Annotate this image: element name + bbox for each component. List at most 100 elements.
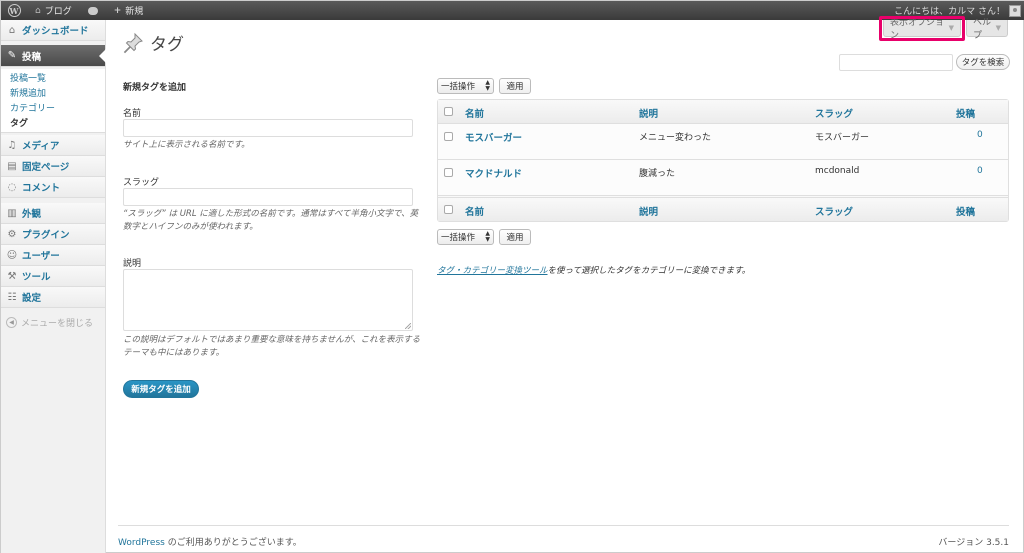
collapse-label: メニューを閉じる: [21, 319, 94, 329]
footer-thanks-text: のご利用ありがとうございます。: [164, 538, 302, 548]
column-slug-footer[interactable]: スラッグ: [815, 204, 853, 218]
home-icon: ⌂: [8, 24, 16, 36]
submenu-add-new[interactable]: 新規追加: [10, 87, 105, 102]
column-count-footer[interactable]: 投稿: [956, 204, 975, 218]
select-arrows-icon: ▲ ▼: [485, 230, 490, 243]
sidebar-item-comments[interactable]: ◌ コメント: [1, 177, 105, 198]
table-footer: 名前 説明 スラッグ 投稿: [438, 197, 1008, 221]
column-description[interactable]: 説明: [639, 106, 658, 120]
sidebar-item-label: 投稿: [22, 51, 42, 63]
submenu-all-posts[interactable]: 投稿一覧: [10, 72, 105, 87]
column-name[interactable]: 名前: [465, 106, 484, 120]
convert-note: タグ・カテゴリー変換ツールを使って選択したタグをカテゴリーに変換できます。: [437, 264, 750, 276]
settings-icon: ☷: [7, 291, 17, 303]
adminbar-new[interactable]: + 新規: [106, 1, 152, 20]
media-icon: ♫: [7, 139, 17, 151]
appearance-icon: ▥: [7, 207, 17, 219]
table-row: モスバーガー メニュー変わった モスバーガー 0: [438, 124, 1008, 160]
name-hint: サイト上に表示される名前です。: [123, 140, 250, 150]
sidebar-item-label: ツール: [22, 272, 51, 283]
bulk-actions-select-top[interactable]: 一括操作 ▲ ▼: [437, 78, 494, 94]
column-name-footer[interactable]: 名前: [465, 204, 484, 218]
admin-footer: WordPress のご利用ありがとうございます。 バージョン 3.5.1: [118, 525, 1009, 551]
select-arrows-icon: ▲ ▼: [485, 79, 490, 92]
admin-bar: W ⌂ ブログ + 新規 こんにちは、カルマ さん！: [1, 1, 1024, 20]
sidebar-item-plugins[interactable]: ⚙ プラグイン: [1, 224, 105, 245]
column-description-footer[interactable]: 説明: [639, 204, 658, 218]
tag-count-link[interactable]: 0: [977, 166, 983, 176]
tag-description-textarea[interactable]: [123, 269, 413, 331]
sidebar-item-label: プラグイン: [22, 230, 70, 241]
sidebar-item-label: 外観: [22, 209, 42, 220]
column-count[interactable]: 投稿: [956, 106, 975, 120]
tag-name-input[interactable]: [123, 119, 413, 137]
sidebar-item-media[interactable]: ♫ メディア: [1, 135, 105, 156]
site-name: ブログ: [44, 7, 72, 17]
adminbar-site-link[interactable]: ⌂ ブログ: [27, 1, 80, 20]
tag-count-link[interactable]: 0: [977, 130, 983, 140]
wordpress-logo-icon[interactable]: W: [1, 1, 27, 20]
apply-button-top[interactable]: 適用: [499, 78, 531, 94]
admin-window: W ⌂ ブログ + 新規 こんにちは、カルマ さん！ ⌂ ダッシュボード ✎ 投…: [0, 0, 1024, 553]
description-label: 説明: [123, 259, 142, 269]
slug-hint: “スラッグ” は URL に適した形式の名前です。通常はすべて半角小文字で、英数…: [123, 209, 419, 232]
row-checkbox[interactable]: [444, 132, 453, 141]
sidebar-item-appearance[interactable]: ▥ 外観: [1, 203, 105, 224]
description-hint: この説明はデフォルトではあまり重要な意味を持ちませんが、これを表示するテーマも中…: [123, 335, 421, 358]
page-title: タグ: [122, 30, 184, 55]
sidebar-item-posts[interactable]: ✎ 投稿: [1, 45, 106, 67]
bulk-select-value: 一括操作: [441, 82, 476, 92]
column-slug[interactable]: スラッグ: [815, 106, 853, 120]
tag-description: 腹減った: [639, 169, 676, 179]
wordpress-link[interactable]: WordPress: [118, 538, 165, 548]
tag-name-link[interactable]: マクドナルド: [465, 166, 522, 180]
help-button[interactable]: ヘルプ ▼: [966, 18, 1008, 41]
plugin-icon: ⚙: [7, 228, 17, 240]
tag-search-input[interactable]: [839, 54, 953, 71]
tag-category-converter-link[interactable]: タグ・カテゴリー変換ツール: [437, 266, 548, 276]
avatar: [1009, 4, 1021, 17]
search-tags-button[interactable]: タグを検索: [956, 54, 1010, 70]
users-icon: ☺: [6, 249, 18, 261]
bulk-actions-select-bottom[interactable]: 一括操作 ▲ ▼: [437, 229, 494, 245]
tag-name-link[interactable]: モスバーガー: [465, 130, 522, 144]
posts-submenu: 投稿一覧 新規追加 カテゴリー タグ: [1, 69, 105, 133]
sidebar-item-settings[interactable]: ☷ 設定: [1, 287, 105, 308]
bulk-select-value: 一括操作: [441, 233, 476, 243]
page-title-text: タグ: [150, 35, 184, 55]
tag-slug-input[interactable]: [123, 188, 413, 206]
tag-slug: モスバーガー: [815, 133, 870, 143]
sidebar-item-users[interactable]: ☺ ユーザー: [1, 245, 105, 266]
table-header: 名前 説明 スラッグ 投稿: [438, 100, 1008, 124]
sidebar-item-label: 設定: [22, 293, 42, 304]
sidebar-item-tools[interactable]: ⚒ ツール: [1, 266, 105, 287]
sidebar-item-label: ユーザー: [22, 251, 60, 262]
tools-icon: ⚒: [7, 270, 17, 282]
sidebar-item-pages[interactable]: ▤ 固定ページ: [1, 156, 105, 177]
pushpin-icon: [123, 32, 143, 53]
help-label: ヘルプ: [973, 18, 992, 41]
comment-bubble-icon: [87, 6, 98, 15]
page-icon: ▤: [7, 160, 17, 172]
sidebar-item-label: 固定ページ: [22, 162, 70, 173]
add-new-tag-button[interactable]: 新規タグを追加: [123, 380, 199, 398]
new-label: 新規: [125, 7, 144, 17]
submenu-tags[interactable]: タグ: [10, 117, 105, 132]
tags-table: 名前 説明 スラッグ 投稿 モスバーガー メニュー変わった モスバーガー 0 マ…: [437, 99, 1009, 222]
select-all-checkbox[interactable]: [444, 107, 453, 116]
sidebar-item-dashboard[interactable]: ⌂ ダッシュボード: [1, 20, 105, 41]
adminbar-comments[interactable]: [80, 1, 106, 20]
row-checkbox[interactable]: [444, 168, 453, 177]
convert-note-text: を使って選択したタグをカテゴリーに変換できます。: [547, 266, 751, 276]
select-all-checkbox-bottom[interactable]: [444, 205, 453, 214]
slug-label: スラッグ: [123, 178, 160, 188]
apply-button-bottom[interactable]: 適用: [499, 229, 531, 245]
pin-icon: ✎: [7, 50, 17, 61]
dropdown-arrow-icon: ▼: [995, 24, 1001, 32]
tag-description: メニュー変わった: [639, 133, 712, 143]
table-row: マクドナルド 腹減った mcdonald 0: [438, 160, 1008, 196]
collapse-menu-button[interactable]: ◀ メニューを閉じる: [6, 316, 93, 329]
submenu-categories[interactable]: カテゴリー: [10, 102, 105, 117]
sidebar-item-label: ダッシュボード: [22, 26, 89, 37]
comment-icon: ◌: [7, 181, 17, 193]
